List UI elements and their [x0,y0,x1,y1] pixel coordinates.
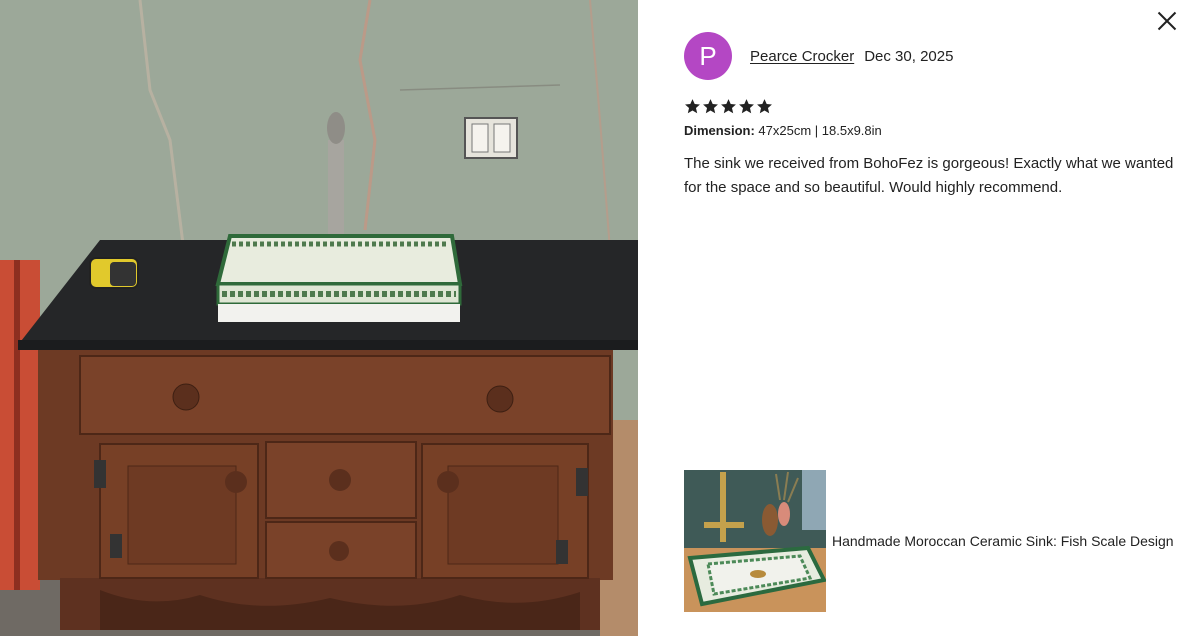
review-panel: P Pearce Crocker Dec 30, 2025 Dimension:… [638,0,1196,636]
review-text: The sink we received from BohoFez is gor… [684,155,1174,196]
star-rating [684,98,774,115]
product-link[interactable]: Handmade Moroccan Ceramic Sink: Fish Sca… [684,470,1190,612]
close-icon[interactable] [1156,10,1178,32]
star-icon [738,98,756,115]
star-icon [756,98,774,115]
review-date: Dec 30, 2025 [864,47,954,65]
reviewer-header: P Pearce Crocker Dec 30, 2025 [684,32,953,80]
dimension-label: Dimension: [684,123,755,138]
product-thumbnail-image [684,470,826,612]
review-photo-image [0,0,638,636]
product-title[interactable]: Handmade Moroccan Ceramic Sink: Fish Sca… [832,533,1190,549]
star-icon [720,98,738,115]
review-photo [0,0,638,636]
reviewer-name-link[interactable]: Pearce Crocker [750,48,854,65]
star-icon [684,98,702,115]
star-icon [702,98,720,115]
dimension-value: 47x25cm | 18.5x9.8in [758,123,882,138]
dimension-info: Dimension: 47x25cm | 18.5x9.8in [684,123,882,138]
avatar[interactable]: P [684,32,732,80]
product-thumbnail[interactable] [684,470,826,612]
